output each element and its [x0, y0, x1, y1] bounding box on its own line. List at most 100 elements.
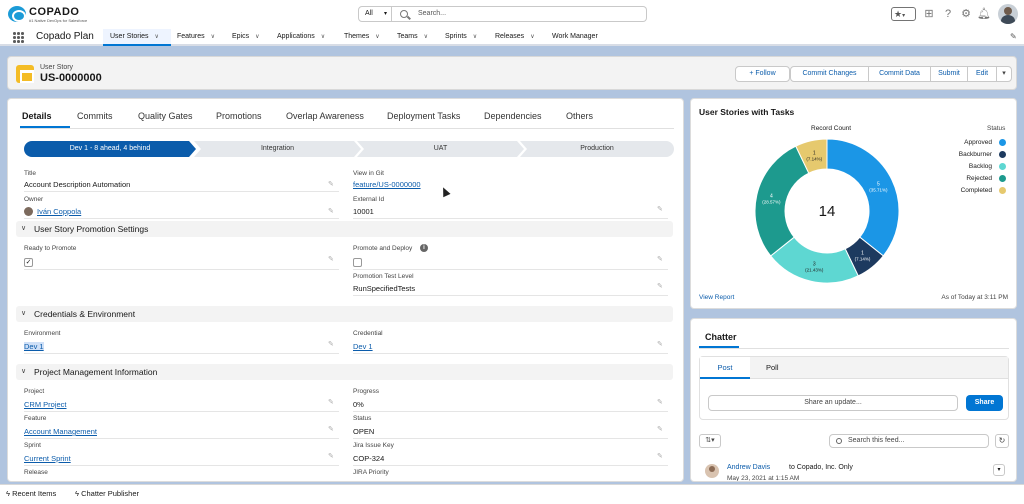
- donut-slice-approved[interactable]: [826, 138, 900, 257]
- brand-tagline: #1 Native DevOps for Salesforce: [29, 18, 88, 23]
- nav-tab-work-manager[interactable]: Work Manager: [552, 29, 598, 46]
- pencil-edit-icon[interactable]: ✎: [328, 452, 336, 460]
- user-avatar[interactable]: [998, 4, 1018, 24]
- notifications-bell-icon[interactable]: 🔔︎: [977, 7, 991, 21]
- tab-promotions[interactable]: Promotions: [216, 111, 262, 121]
- pencil-edit-icon[interactable]: ✎: [657, 340, 665, 348]
- pencil-edit-icon[interactable]: ✎: [328, 340, 336, 348]
- follow-button[interactable]: + Follow: [735, 66, 790, 82]
- legend-item-completed[interactable]: Completed: [918, 187, 1008, 194]
- nav-tab-teams[interactable]: Teams ∨: [397, 29, 428, 46]
- pencil-edit-icon[interactable]: ✎: [328, 255, 336, 263]
- chevron-down-icon[interactable]: ∨: [375, 34, 379, 40]
- post-author-avatar[interactable]: [705, 464, 719, 478]
- chevron-down-icon[interactable]: ∨: [321, 34, 325, 40]
- more-actions-dropdown[interactable]: ▾: [996, 66, 1012, 82]
- title-value: Account Description Automation: [24, 180, 131, 189]
- tab-commits[interactable]: Commits: [77, 111, 113, 121]
- path-step-production[interactable]: Production: [520, 141, 674, 157]
- tab-post[interactable]: Post: [700, 357, 750, 379]
- pencil-edit-icon[interactable]: ✎: [657, 398, 665, 406]
- tab-poll[interactable]: Poll: [766, 357, 779, 379]
- chart-measure-label: Record Count: [811, 125, 852, 132]
- pencil-edit-icon[interactable]: ✎: [657, 205, 665, 213]
- path-step-integration[interactable]: Integration: [194, 141, 361, 157]
- setup-gear-icon[interactable]: ⚙: [959, 7, 973, 21]
- pencil-edit-icon[interactable]: ✎: [657, 452, 665, 460]
- pencil-edit-icon[interactable]: ✎: [657, 255, 665, 263]
- tab-details[interactable]: Details: [22, 111, 52, 121]
- feed-search-input[interactable]: Search this feed...: [829, 434, 989, 448]
- commit-changes-button[interactable]: Commit Changes: [790, 66, 869, 82]
- search-scope-select[interactable]: All ▾: [358, 6, 392, 22]
- help-icon[interactable]: ?: [941, 7, 955, 21]
- path-step-dev-1[interactable]: Dev 1 - 8 ahead, 4 behind: [24, 141, 196, 157]
- edit-button[interactable]: Edit: [967, 66, 997, 82]
- refresh-icon[interactable]: ↻: [995, 434, 1009, 448]
- section-project-management[interactable]: ∨ Project Management Information: [16, 364, 673, 380]
- project-link[interactable]: CRM Project: [24, 400, 67, 409]
- chevron-down-icon[interactable]: ∨: [211, 34, 215, 40]
- legend-item-backburner[interactable]: Backburner: [918, 151, 1008, 158]
- chevron-down-icon[interactable]: ∨: [155, 34, 159, 40]
- utility-chatter-publisher[interactable]: ϟ Chatter Publisher: [75, 489, 139, 498]
- section-credentials-environment[interactable]: ∨ Credentials & Environment: [16, 306, 673, 322]
- nav-tab-releases[interactable]: Releases ∨: [495, 29, 535, 46]
- search-input[interactable]: Search...: [418, 10, 446, 17]
- pencil-edit-icon[interactable]: ✎: [328, 180, 336, 188]
- legend-item-rejected[interactable]: Rejected: [918, 175, 1008, 182]
- nav-tab-themes[interactable]: Themes ∨: [344, 29, 380, 46]
- info-icon[interactable]: i: [420, 244, 428, 252]
- submit-button[interactable]: Submit: [930, 66, 968, 82]
- ready-to-promote-label: Ready to Promote: [24, 245, 77, 252]
- legend-item-backlog[interactable]: Backlog: [918, 163, 1008, 170]
- tab-quality-gates[interactable]: Quality Gates: [138, 111, 193, 121]
- post-author-link[interactable]: Andrew Davis: [727, 464, 770, 471]
- owner-link[interactable]: Iván Coppola: [37, 207, 81, 216]
- tab-overlap-awareness[interactable]: Overlap Awareness: [286, 111, 364, 121]
- pencil-edit-icon[interactable]: ✎: [328, 398, 336, 406]
- legend-item-approved[interactable]: Approved: [918, 139, 1008, 146]
- tab-others[interactable]: Others: [566, 111, 593, 121]
- nav-tab-epics[interactable]: Epics ∨: [232, 29, 260, 46]
- sprint-link[interactable]: Current Sprint: [24, 454, 71, 463]
- edit-nav-pencil-icon[interactable]: ✎: [1010, 32, 1017, 41]
- pencil-edit-icon[interactable]: ✎: [657, 282, 665, 290]
- chevron-down-icon[interactable]: ▾: [993, 464, 1005, 476]
- chevron-down-icon[interactable]: ∨: [473, 34, 477, 40]
- nav-tab-user-stories[interactable]: User Stories ∨: [103, 29, 171, 46]
- pencil-edit-icon[interactable]: ✎: [657, 425, 665, 433]
- environment-link[interactable]: Dev 1: [24, 342, 44, 351]
- legend-swatch: [999, 187, 1006, 194]
- progress-label: Progress: [353, 388, 380, 395]
- sort-feed-icon[interactable]: ⇅▾: [699, 434, 721, 448]
- nav-tab-sprints[interactable]: Sprints ∨: [445, 29, 477, 46]
- chevron-down-icon[interactable]: ∨: [530, 34, 534, 40]
- change-owner-icon[interactable]: ✎: [328, 207, 336, 215]
- chevron-down-icon[interactable]: ∨: [424, 34, 428, 40]
- credential-link[interactable]: Dev 1: [353, 342, 373, 351]
- global-search[interactable]: Search...: [392, 6, 647, 22]
- chevron-down-icon[interactable]: ∨: [255, 34, 259, 40]
- pencil-edit-icon[interactable]: ✎: [328, 425, 336, 433]
- app-launcher-icon[interactable]: [13, 32, 24, 43]
- view-in-git-link[interactable]: feature/US-0000000: [353, 180, 421, 189]
- global-actions-icon[interactable]: ⊞: [922, 7, 936, 21]
- commit-data-button[interactable]: Commit Data: [868, 66, 931, 82]
- feature-link[interactable]: Account Management: [24, 427, 97, 436]
- user-stories-with-tasks-card: User Stories with Tasks Record Count Sta…: [690, 98, 1017, 309]
- jira-issue-key-value: COP-324: [353, 454, 385, 463]
- share-update-input[interactable]: Share an update...: [708, 395, 958, 411]
- path-step-uat[interactable]: UAT: [357, 141, 524, 157]
- tab-dependencies[interactable]: Dependencies: [484, 111, 542, 121]
- view-report-link[interactable]: View Report: [699, 294, 734, 301]
- utility-recent-items[interactable]: ϟ Recent Items: [6, 489, 56, 498]
- environment-path: Dev 1 - 8 ahead, 4 behind Integration UA…: [24, 141, 674, 157]
- post-date[interactable]: May 23, 2021 at 1:15 AM: [727, 475, 799, 481]
- favorites-button[interactable]: ★▾: [891, 7, 916, 21]
- tab-deployment-tasks[interactable]: Deployment Tasks: [387, 111, 460, 121]
- share-button[interactable]: Share: [966, 395, 1003, 411]
- nav-tab-applications[interactable]: Applications ∨: [277, 29, 325, 46]
- nav-tab-features[interactable]: Features ∨: [177, 29, 215, 46]
- section-promotion-settings[interactable]: ∨ User Story Promotion Settings: [16, 221, 673, 237]
